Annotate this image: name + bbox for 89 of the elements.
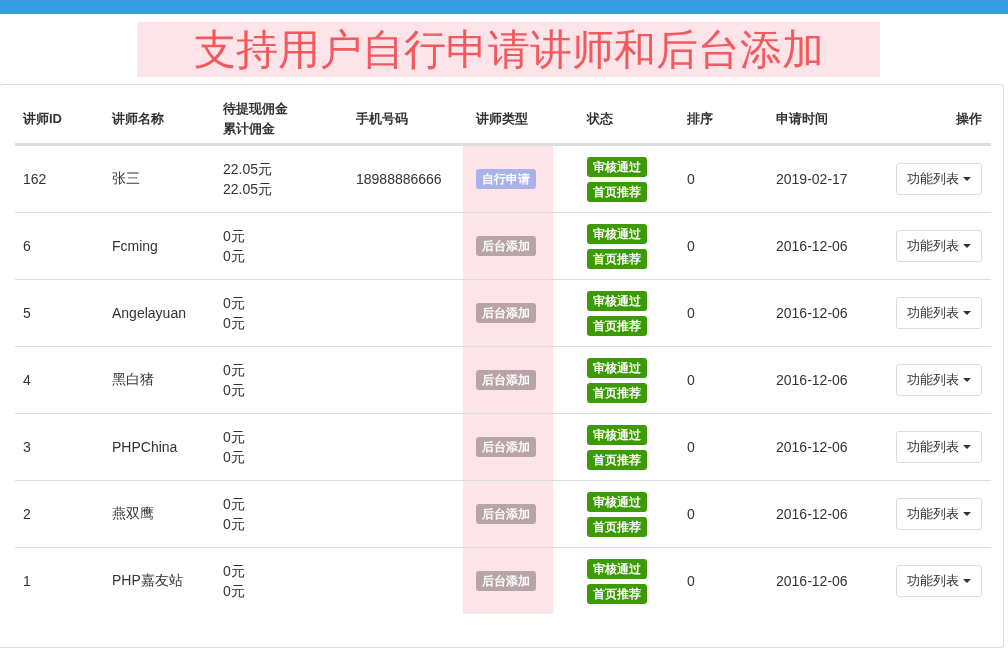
column-header: 累计佣金 (223, 120, 276, 138)
table-cell-text: 0元 (223, 247, 245, 266)
function-list-button[interactable]: 功能列表 (896, 163, 982, 195)
table-cell: 0 (687, 171, 695, 187)
function-list-button[interactable]: 功能列表 (896, 498, 982, 530)
status-label: 首页推荐 (587, 382, 647, 403)
status-label: 首页推荐 (587, 449, 647, 470)
column-header: 操作 (956, 110, 982, 128)
column-header: 讲师类型 (476, 110, 528, 128)
table-cell: 黑白猪 (112, 371, 154, 389)
table-cell: 2016-12-06 (776, 238, 848, 254)
caret-icon (963, 378, 971, 382)
type-label: 后台添加 (476, 437, 536, 457)
table-cell: 1 (23, 573, 31, 589)
table-cell: 18988886666 (356, 171, 442, 187)
status-label: 首页推荐 (587, 516, 647, 537)
status-label: 首页推荐 (587, 248, 647, 269)
status-label: 审核通过 (587, 290, 647, 311)
caret-icon (963, 579, 971, 583)
table-cell: Angelayuan (112, 305, 186, 321)
table-cell: 0 (687, 439, 695, 455)
type-label: 后台添加 (476, 303, 536, 323)
function-list-button[interactable]: 功能列表 (896, 230, 982, 262)
table-cell: 6 (23, 238, 31, 254)
type-label: 后台添加 (476, 370, 536, 390)
table-cell: 4 (23, 372, 31, 388)
table-cell: 162 (23, 171, 47, 187)
caret-icon (963, 311, 971, 315)
status-label: 首页推荐 (587, 583, 647, 604)
status-label: 审核通过 (587, 357, 647, 378)
column-header: 排序 (687, 110, 713, 128)
table-cell: 0 (687, 573, 695, 589)
caret-icon (963, 244, 971, 248)
table-cell-text: 22.05元 (223, 180, 273, 199)
table-cell: 2 (23, 506, 31, 522)
column-header: 申请时间 (776, 110, 828, 128)
table-cell: 2019-02-17 (776, 171, 848, 187)
caret-icon (963, 177, 971, 181)
banner-title: 支持用户自行申请讲师和后台添加 (137, 22, 880, 77)
table-cell: 张三 (112, 170, 140, 188)
table-cell: 3 (23, 439, 31, 455)
table-cell-text: 0元 (223, 227, 245, 246)
table-cell: PHP嘉友站 (112, 572, 183, 590)
column-header: 手机号码 (356, 110, 408, 128)
table-cell: 2016-12-06 (776, 506, 848, 522)
table-cell: 0 (687, 506, 695, 522)
table-cell: 2016-12-06 (776, 305, 848, 321)
type-label: 自行申请 (476, 169, 536, 189)
table-cell-text: 0元 (223, 562, 245, 581)
table-cell-text: 0元 (223, 582, 245, 601)
table-cell: 2016-12-06 (776, 439, 848, 455)
caret-icon (963, 445, 971, 449)
column-header: 讲师ID (23, 110, 62, 128)
table-cell: 0 (687, 372, 695, 388)
table-cell-text: 0元 (223, 294, 245, 313)
caret-icon (963, 512, 971, 516)
function-list-button[interactable]: 功能列表 (896, 364, 982, 396)
type-label: 后台添加 (476, 236, 536, 256)
table-cell: 2016-12-06 (776, 372, 848, 388)
column-header: 讲师名称 (112, 110, 164, 128)
table-cell-text: 0元 (223, 381, 245, 400)
table-cell-text: 0元 (223, 495, 245, 514)
table-cell: 5 (23, 305, 31, 321)
status-label: 审核通过 (587, 156, 647, 177)
type-label: 后台添加 (476, 571, 536, 591)
table-cell-text: 0元 (223, 428, 245, 447)
table-cell-text: 0元 (223, 448, 245, 467)
table-cell-text: 0元 (223, 515, 245, 534)
table-cell: 燕双鹰 (112, 505, 154, 523)
status-label: 首页推荐 (587, 315, 647, 336)
function-list-button[interactable]: 功能列表 (896, 431, 982, 463)
status-label: 审核通过 (587, 424, 647, 445)
status-label: 首页推荐 (587, 181, 647, 202)
table-cell-text: 0元 (223, 361, 245, 380)
status-label: 审核通过 (587, 223, 647, 244)
function-list-button[interactable]: 功能列表 (896, 297, 982, 329)
table-cell: 2016-12-06 (776, 573, 848, 589)
table-cell: 0 (687, 305, 695, 321)
status-label: 审核通过 (587, 491, 647, 512)
table-cell: 0 (687, 238, 695, 254)
column-header: 待提现佣金 (223, 100, 288, 118)
table-cell: PHPChina (112, 439, 178, 455)
status-label: 审核通过 (587, 558, 647, 579)
column-header: 状态 (587, 110, 613, 128)
table-cell-text: 0元 (223, 314, 245, 333)
function-list-button[interactable]: 功能列表 (896, 565, 982, 597)
type-label: 后台添加 (476, 504, 536, 524)
table-cell: Fcming (112, 238, 158, 254)
table-cell-text: 22.05元 (223, 160, 273, 179)
